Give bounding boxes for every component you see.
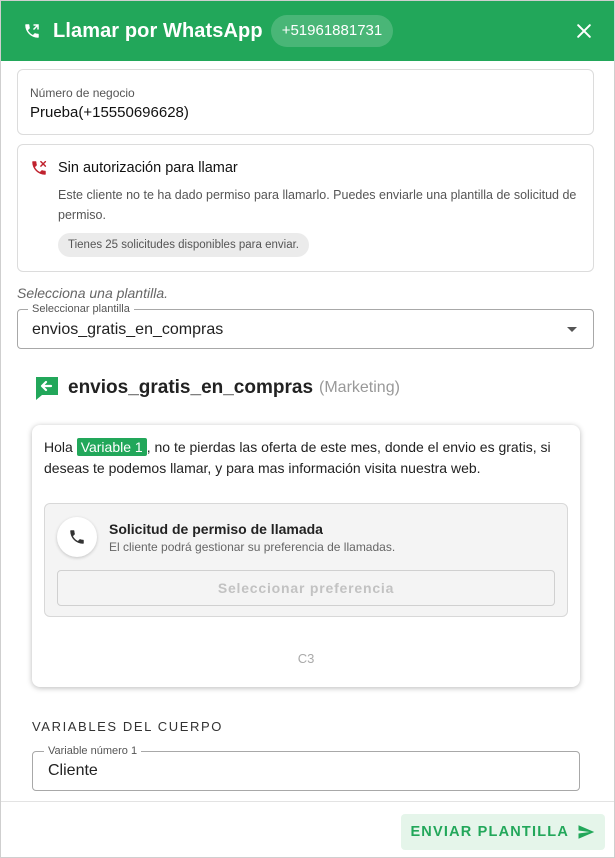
template-preview: Hola Variable 1, no te pierdas las ofert… <box>32 425 580 687</box>
close-icon[interactable] <box>574 21 594 41</box>
dialog-header: Llamar por WhatsApp +51961881731 <box>1 1 614 61</box>
requests-available-chip: Tienes 25 solicitudes disponibles para e… <box>58 233 309 257</box>
template-footer: C3 <box>297 651 315 666</box>
send-template-label: ENVIAR PLANTILLA <box>410 824 569 840</box>
dialog-content: Número de negocio Prueba(+15550696628) S… <box>1 61 614 801</box>
variable-1-label: Variable número 1 <box>44 745 142 757</box>
call-dialog: Llamar por WhatsApp +51961881731 Número … <box>0 0 615 858</box>
template-marketing-icon <box>36 377 58 400</box>
template-body: Hola Variable 1, no te pierdas las ofert… <box>44 437 568 479</box>
send-icon <box>578 825 595 839</box>
variable-1-input[interactable] <box>48 752 564 790</box>
variable-1-field[interactable]: Variable número 1 <box>32 745 580 791</box>
authorization-title: Sin autorización para llamar <box>58 160 238 176</box>
authorization-card: Sin autorización para llamar Este client… <box>17 144 594 272</box>
template-name: envios_gratis_en_compras <box>68 377 314 398</box>
variable-tag: Variable 1 <box>76 438 147 456</box>
template-select[interactable]: Seleccionar plantilla envios_gratis_en_c… <box>17 303 594 349</box>
chevron-down-icon[interactable] <box>567 327 577 332</box>
business-number-label: Número de negocio <box>30 86 135 100</box>
authorization-description: Este cliente no te ha dado permiso para … <box>58 188 577 222</box>
dialog-footer: ENVIAR PLANTILLA <box>1 801 614 857</box>
template-select-label: Seleccionar plantilla <box>28 303 134 315</box>
permission-title: Solicitud de permiso de llamada <box>109 520 323 537</box>
business-number-value: Prueba(+15550696628) <box>30 104 189 121</box>
template-select-value: envios_gratis_en_compras <box>32 321 224 338</box>
business-number-card: Número de negocio Prueba(+15550696628) <box>17 69 594 135</box>
content-scrollbar[interactable] <box>602 61 614 781</box>
template-category: (Marketing) <box>319 379 400 396</box>
permission-subtitle: El cliente podrá gestionar su preferenci… <box>109 539 396 554</box>
dialog-title: Llamar por WhatsApp <box>53 19 263 42</box>
call-permission-box: Solicitud de permiso de llamada El clien… <box>44 503 568 617</box>
template-body-prefix: Hola <box>44 439 77 455</box>
template-header: envios_gratis_en_compras (Marketing) <box>34 375 594 401</box>
template-hint: Selecciona una plantilla. <box>17 285 168 301</box>
phone-blocked-icon <box>32 160 47 175</box>
send-template-button[interactable]: ENVIAR PLANTILLA <box>401 814 605 850</box>
select-preference-button: Seleccionar preferencia <box>57 570 555 606</box>
authorization-header: Sin autorización para llamar <box>30 159 581 177</box>
phone-call-icon <box>25 24 39 38</box>
body-variables-title: VARIABLES DEL CUERPO <box>32 719 223 734</box>
phone-icon-circle <box>57 517 97 557</box>
phone-icon <box>70 530 84 544</box>
phone-number-badge: +51961881731 <box>270 15 394 47</box>
